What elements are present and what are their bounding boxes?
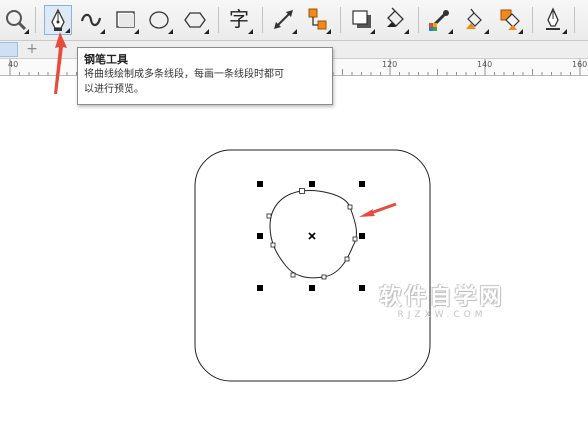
- add-document-button[interactable]: +: [22, 42, 42, 57]
- document-tab[interactable]: [0, 42, 18, 57]
- outline-pen-tool[interactable]: [540, 5, 568, 35]
- outline-pen-icon: [546, 7, 560, 30]
- curve-node[interactable]: [266, 213, 272, 219]
- paint-tool[interactable]: [462, 5, 490, 35]
- magnifier-icon: [6, 10, 27, 31]
- connector-icon: [308, 8, 327, 30]
- bucket-icon: [387, 7, 404, 27]
- selection-handle[interactable]: [359, 285, 365, 291]
- smart-fill-icon: [500, 9, 520, 30]
- selection-handle[interactable]: [309, 285, 315, 291]
- eyedropper-icon: [429, 10, 449, 31]
- curve-node[interactable]: [347, 204, 353, 210]
- annotation-arrow-up-icon: [54, 32, 67, 94]
- watermark-url: RJZXW.COM: [397, 310, 487, 320]
- rectangle-icon: [116, 11, 135, 28]
- pen-tool-tooltip: 钢笔工具 将曲线绘制成多条线段，每画一条线段时都可 以进行预览。: [77, 47, 333, 105]
- ruler-label: 120: [382, 60, 398, 69]
- tooltip-title: 钢笔工具: [84, 53, 128, 66]
- tooltip-description-line2: 以进行预览。: [84, 84, 144, 95]
- watermark-text: 软件自学网: [379, 285, 505, 310]
- text-tool[interactable]: 字: [226, 5, 254, 35]
- toolbox: 字: [0, 0, 588, 41]
- ruler-label: 140: [477, 60, 493, 69]
- ruler-label: 40: [8, 60, 19, 69]
- toolbar-separator: [418, 7, 419, 33]
- toolbar-separator: [35, 7, 36, 33]
- ellipse-icon: [149, 11, 169, 29]
- selection-handle[interactable]: [309, 181, 315, 187]
- toolbar-separator: [574, 7, 575, 33]
- rectangle-tool[interactable]: [112, 5, 140, 35]
- toolbar-separator: [262, 7, 263, 33]
- fill-bucket-tool[interactable]: [382, 5, 410, 35]
- eyedropper-tool[interactable]: [426, 5, 454, 35]
- curve-tool[interactable]: [78, 5, 106, 35]
- selection-handle[interactable]: [257, 285, 263, 291]
- ellipse-tool[interactable]: [146, 5, 174, 35]
- center-mark-icon: [308, 232, 316, 240]
- smart-fill-tool[interactable]: [496, 5, 524, 35]
- selection-handle[interactable]: [359, 233, 365, 239]
- curve-nodes: [266, 188, 358, 280]
- toolbar-separator: [218, 7, 219, 33]
- dimension-icon: [274, 10, 293, 29]
- drawing-surface: [194, 149, 431, 382]
- watermark: 软件自学网 RJZXW.COM: [368, 286, 516, 326]
- ruler-label: 160: [572, 60, 588, 69]
- annotation-arrow-shaft: [367, 202, 397, 216]
- selection-handle[interactable]: [359, 181, 365, 187]
- curve-node[interactable]: [270, 242, 276, 248]
- zoom-tool[interactable]: [2, 5, 30, 35]
- connector-tool[interactable]: [304, 5, 332, 35]
- dimension-tool[interactable]: [270, 5, 298, 35]
- shadow-tool[interactable]: [348, 5, 376, 35]
- curve-node[interactable]: [290, 272, 296, 278]
- curve-node[interactable]: [344, 256, 350, 262]
- drawing-canvas[interactable]: [0, 76, 588, 442]
- paint-icon: [466, 8, 482, 29]
- polygon-tool[interactable]: [182, 5, 210, 35]
- selection-handle[interactable]: [257, 233, 263, 239]
- hexagon-icon: [184, 12, 206, 28]
- curve-node[interactable]: [352, 236, 358, 242]
- tooltip-description-line1: 将曲线绘制成多条线段，每画一条线段时都可: [84, 69, 284, 80]
- selection-handle[interactable]: [257, 181, 263, 187]
- toolbar-separator: [340, 7, 341, 33]
- toolbar-separator: [532, 7, 533, 33]
- curve-node[interactable]: [321, 274, 327, 280]
- curve-icon: [80, 13, 102, 27]
- curve-start-node[interactable]: [299, 188, 305, 194]
- text-char-icon: 字: [229, 7, 249, 31]
- shadow-icon: [352, 10, 371, 28]
